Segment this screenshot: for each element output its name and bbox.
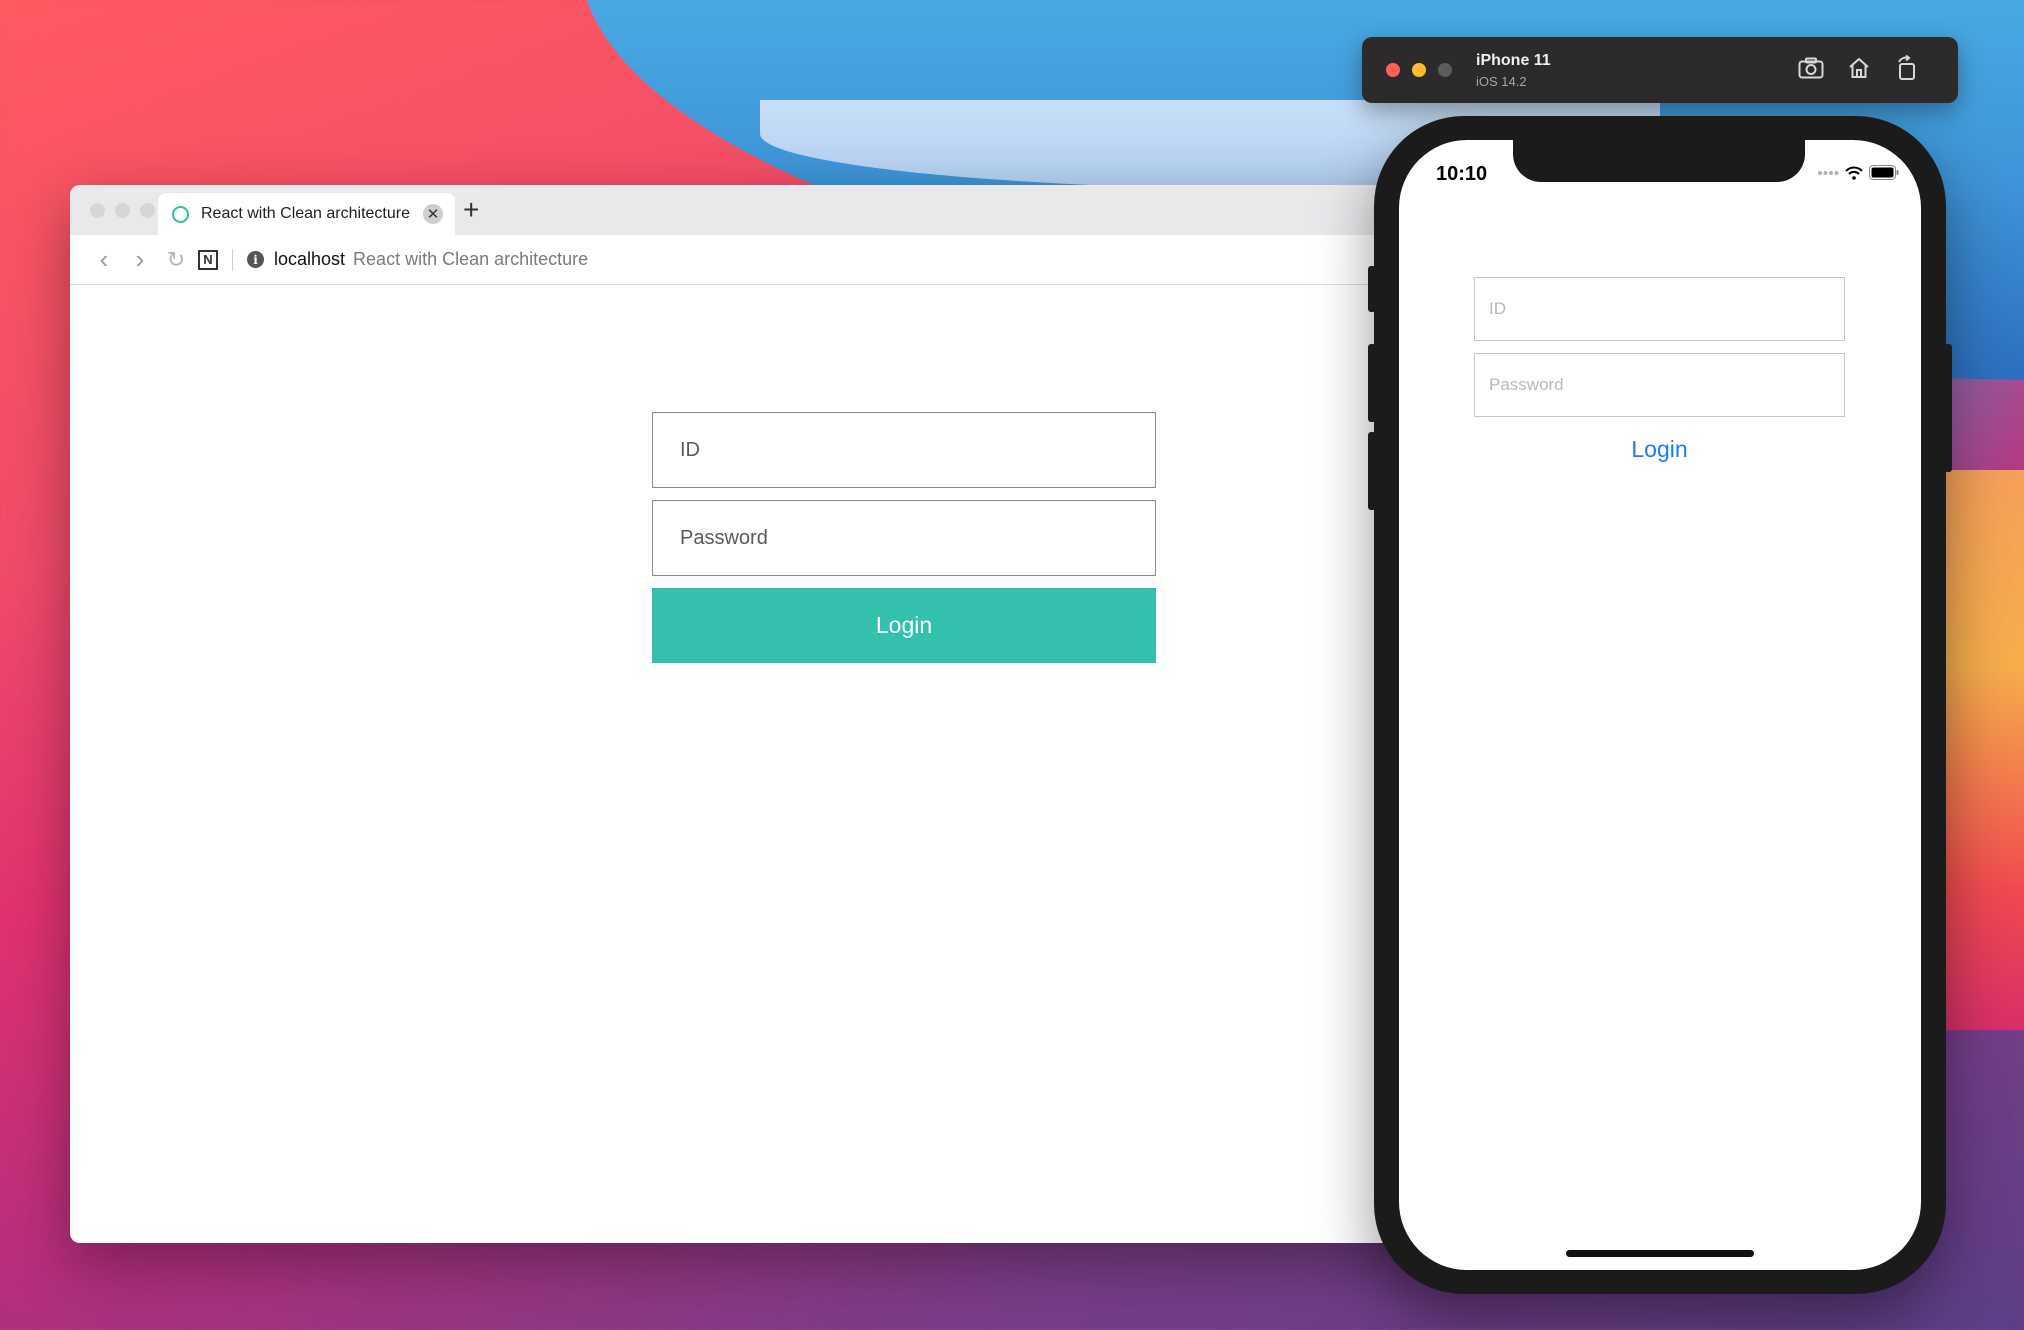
browser-window: React with Clean architecture ✕ + ‹ › ↻ … [70, 185, 1490, 1243]
login-button[interactable]: Login [652, 588, 1156, 663]
simulator-titlebar: iPhone 11 iOS 14.2 [1362, 37, 1958, 103]
toolbar-divider [232, 248, 233, 271]
volume-up-button [1368, 344, 1376, 422]
rotate-icon[interactable] [1894, 54, 1920, 82]
side-button [1944, 344, 1952, 472]
tab-title: React with Clean architecture [201, 205, 410, 222]
os-version: iOS 14.2 [1476, 74, 1527, 89]
browser-tab[interactable]: React with Clean architecture ✕ [158, 193, 455, 235]
extension-n-icon[interactable]: N [198, 249, 218, 270]
screenshot-icon[interactable] [1798, 54, 1824, 82]
forward-button[interactable]: › [122, 242, 158, 278]
tab-bar: React with Clean architecture ✕ + [70, 185, 1490, 235]
address-page-title[interactable]: React with Clean architecture [353, 249, 588, 270]
simulator-minimize-button[interactable] [1412, 63, 1426, 77]
close-window-button[interactable] [90, 203, 105, 218]
ios-password-input[interactable] [1474, 353, 1845, 417]
password-input[interactable] [652, 500, 1156, 576]
simulator-tools [1798, 54, 1920, 82]
reload-button[interactable]: ↻ [158, 242, 194, 278]
zoom-window-button[interactable] [140, 203, 155, 218]
simulator-window-controls [1386, 63, 1452, 77]
window-controls [90, 203, 155, 218]
close-tab-icon[interactable]: ✕ [423, 204, 443, 224]
minimize-window-button[interactable] [115, 203, 130, 218]
simulator-zoom-button[interactable] [1438, 63, 1452, 77]
browser-toolbar: ‹ › ↻ N i localhost React with Clean arc… [70, 235, 1490, 285]
notch [1513, 140, 1805, 182]
battery-icon [1869, 165, 1899, 180]
favicon-icon [172, 205, 189, 223]
back-button[interactable]: ‹ [86, 242, 122, 278]
simulator-close-button[interactable] [1386, 63, 1400, 77]
address-host[interactable]: localhost [274, 249, 345, 270]
wifi-icon [1845, 166, 1863, 180]
volume-down-button [1368, 432, 1376, 510]
status-time: 10:10 [1436, 163, 1488, 185]
status-icons [1817, 165, 1899, 180]
site-info-icon[interactable]: i [247, 251, 264, 268]
ios-login-button[interactable]: Login [1474, 429, 1845, 469]
device-name: iPhone 11 [1476, 52, 1551, 69]
home-indicator[interactable] [1566, 1250, 1754, 1257]
id-input[interactable] [652, 412, 1156, 488]
signal-icon [1818, 170, 1839, 175]
new-tab-button[interactable]: + [463, 195, 479, 225]
home-icon[interactable] [1846, 54, 1872, 82]
page-content: Login [70, 285, 1490, 1243]
mute-switch [1368, 266, 1376, 312]
ios-id-input[interactable] [1474, 277, 1845, 341]
phone-screen: 10:10 Login [1399, 140, 1921, 1270]
iphone-device: 10:10 Login [1368, 116, 1952, 1294]
